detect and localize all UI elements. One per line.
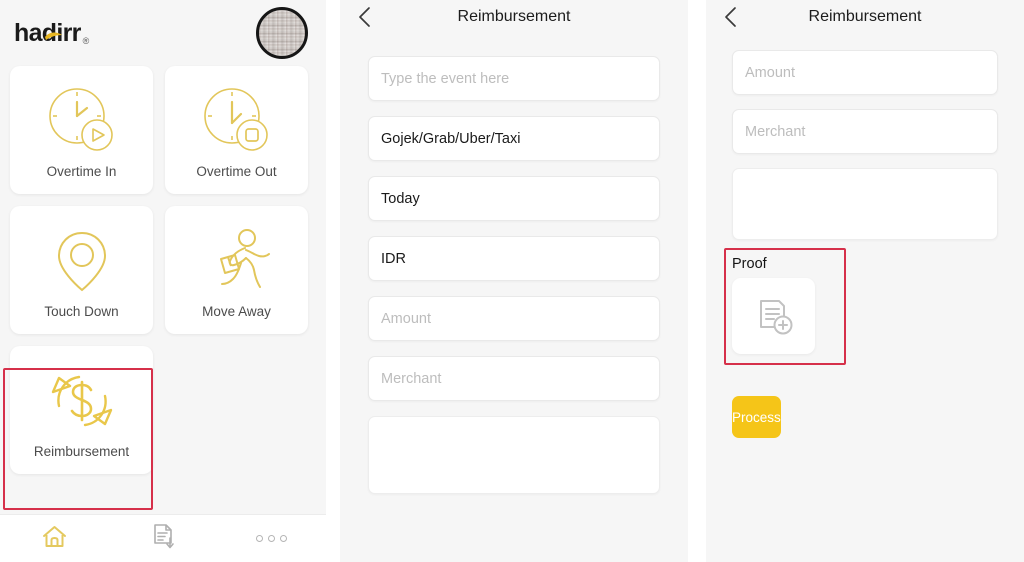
screen-header: Reimbursement	[706, 0, 1024, 34]
process-button[interactable]: Process	[732, 396, 781, 438]
tile-overtime-out[interactable]: Overtime Out	[165, 66, 308, 194]
field-text: Gojek/Grab/Uber/Taxi	[381, 130, 521, 147]
home-screen-panel: hadirr ® Overtime In Overtime Out Touch …	[0, 0, 326, 562]
tile-overtime-in[interactable]: Overtime In	[10, 66, 153, 194]
amount-input[interactable]: Amount	[732, 50, 998, 95]
app-logo-text: hadirr	[14, 18, 81, 47]
app-logo-label: hadirr	[14, 18, 81, 47]
form-fields: Type the event here Gojek/Grab/Uber/Taxi…	[340, 34, 688, 494]
dot	[268, 535, 276, 542]
panel-divider	[688, 0, 706, 562]
home-icon	[41, 523, 68, 555]
screen-header: Reimbursement	[340, 0, 688, 34]
nav-item-reports[interactable]	[109, 515, 218, 562]
tile-move-away[interactable]: Move Away	[165, 206, 308, 334]
clock-stop-icon	[199, 82, 275, 160]
field-text: Amount	[381, 310, 431, 327]
app-logo: hadirr ®	[14, 18, 90, 47]
field-text: Type the event here	[381, 70, 510, 87]
tile-label: Overtime Out	[196, 163, 277, 179]
tile-label: Reimbursement	[33, 443, 130, 459]
amount-input[interactable]: Amount	[368, 296, 660, 341]
date-input[interactable]: Today	[368, 176, 660, 221]
dot	[280, 535, 288, 542]
page-title: Reimbursement	[808, 8, 922, 25]
field-text: Today	[381, 190, 420, 207]
page-title: Reimbursement	[457, 8, 571, 25]
trademark-symbol: ®	[82, 35, 90, 46]
nav-item-more[interactable]	[217, 515, 326, 562]
tile-label: Overtime In	[46, 163, 117, 179]
proof-upload-button[interactable]	[732, 278, 815, 354]
reimbursement-form-panel: Reimbursement Type the event here Gojek/…	[340, 0, 688, 562]
money-refresh-icon	[43, 362, 121, 440]
proof-label: Proof	[732, 256, 767, 272]
field-text: Amount	[745, 64, 795, 81]
chevron-left-icon	[359, 7, 370, 27]
clock-play-icon	[44, 82, 120, 160]
map-pin-icon	[46, 222, 118, 300]
tile-label: Move Away	[202, 303, 271, 319]
field-text: IDR	[381, 250, 406, 267]
tile-touch-down[interactable]: Touch Down	[10, 206, 153, 334]
bottom-navigation	[0, 514, 326, 562]
back-button[interactable]	[354, 6, 376, 28]
field-text: Merchant	[745, 123, 806, 140]
reimbursement-proof-panel: Reimbursement Amount Merchant Proof Proc…	[706, 0, 1024, 562]
avatar[interactable]	[256, 7, 308, 59]
merchant-input[interactable]: Merchant	[732, 109, 998, 154]
description-textarea[interactable]	[732, 168, 998, 240]
screenshot-stage: hadirr ® Overtime In Overtime Out Touch …	[0, 0, 1024, 562]
tile-label: Touch Down	[44, 303, 119, 319]
merchant-input[interactable]: Merchant	[368, 356, 660, 401]
document-down-icon	[150, 523, 177, 555]
chevron-left-icon	[725, 7, 736, 27]
tile-reimbursement[interactable]: Reimbursement	[10, 346, 153, 474]
dot	[256, 535, 264, 542]
panel-divider	[326, 0, 340, 562]
field-text: Merchant	[381, 370, 442, 387]
proof-section: Proof	[724, 248, 998, 365]
quick-action-grid: Overtime In Overtime Out Touch Down Move…	[0, 66, 326, 474]
category-input[interactable]: Gojek/Grab/Uber/Taxi	[368, 116, 660, 161]
currency-input[interactable]: IDR	[368, 236, 660, 281]
app-header: hadirr ®	[0, 0, 326, 66]
more-dots-icon	[256, 535, 288, 542]
form-fields: Amount Merchant	[706, 34, 1024, 240]
event-input[interactable]: Type the event here	[368, 56, 660, 101]
running-person-icon	[201, 222, 273, 300]
add-document-icon	[759, 300, 792, 335]
nav-item-home[interactable]	[0, 515, 109, 562]
back-button[interactable]	[720, 6, 742, 28]
description-textarea[interactable]	[368, 416, 660, 494]
